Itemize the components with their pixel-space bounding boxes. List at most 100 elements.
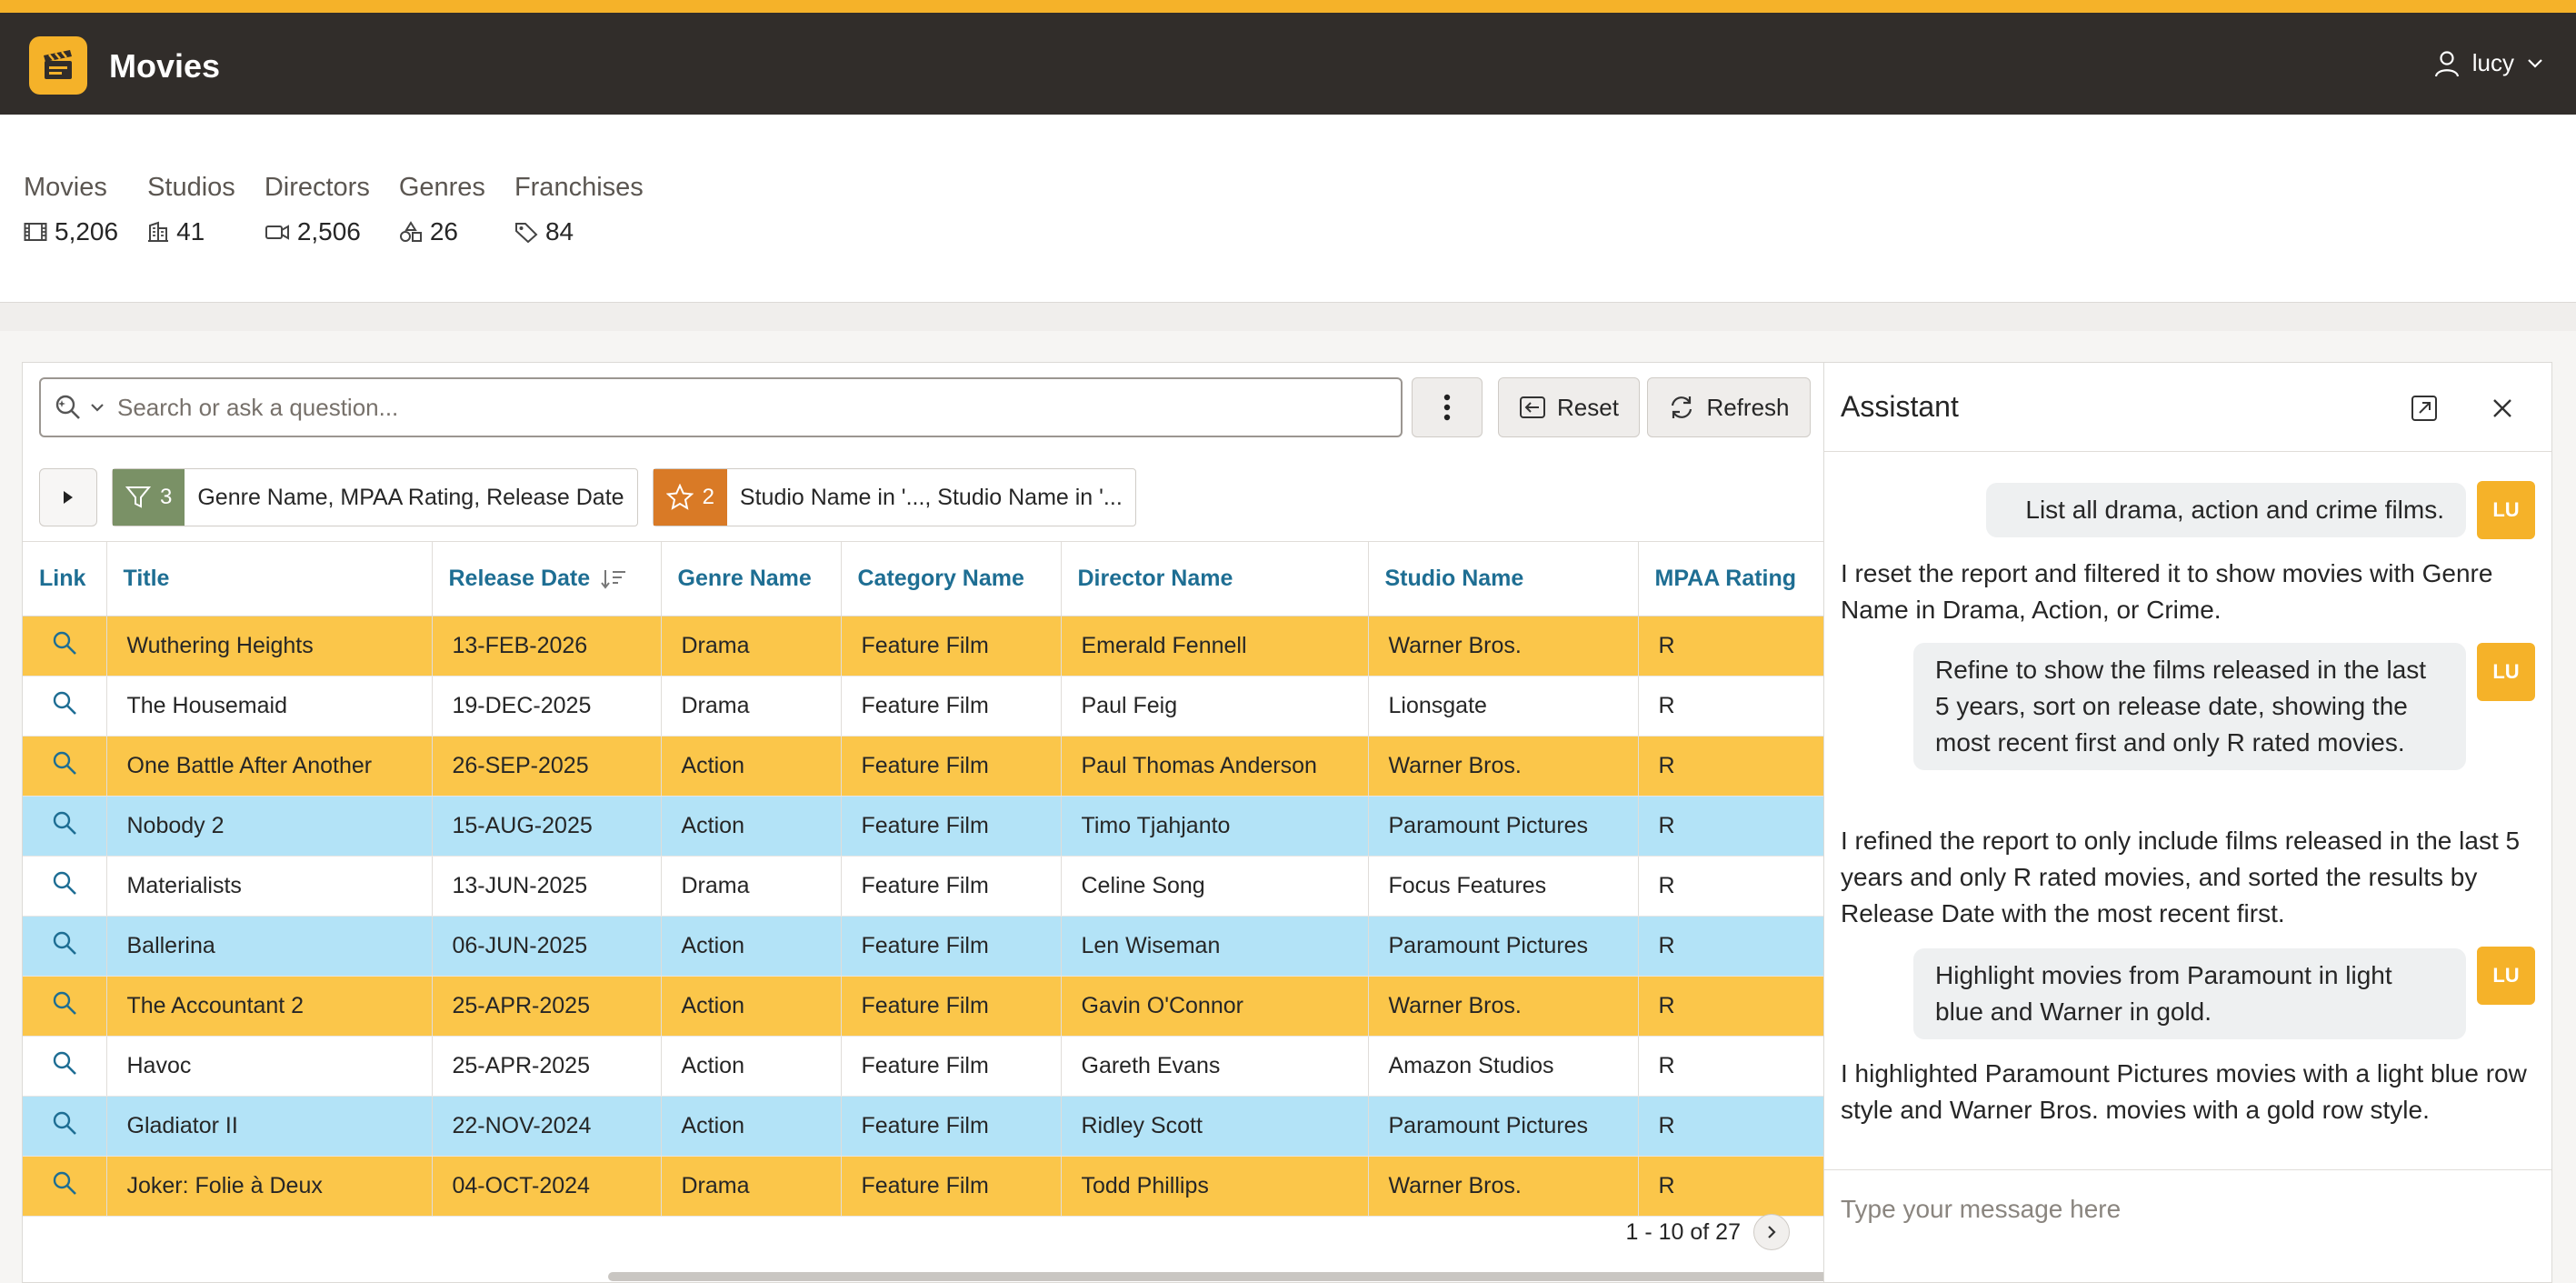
cell-director-name: Gavin O'Connor	[1061, 976, 1369, 1037]
table-row[interactable]: The Accountant 2 25-APR-2025 Action Feature…	[23, 976, 1824, 1037]
search-bar[interactable]	[39, 377, 1403, 437]
clapperboard-icon[interactable]	[29, 36, 87, 95]
horizontal-scrollbar[interactable]	[608, 1272, 1824, 1281]
table-header-row: Link Title Release Date Genre Name Categ…	[23, 541, 1824, 616]
row-link-cell[interactable]	[23, 676, 107, 737]
row-link-cell[interactable]	[23, 1096, 107, 1157]
search-input[interactable]	[117, 393, 1401, 422]
stat-franchises[interactable]: Franchises 84	[514, 173, 644, 246]
next-page-button[interactable]	[1753, 1214, 1790, 1250]
column-header-mpaa-rating[interactable]: MPAA Rating	[1638, 541, 1824, 616]
column-header-genre-name[interactable]: Genre Name	[661, 541, 842, 616]
column-header-title[interactable]: Title	[106, 541, 433, 616]
cell-mpaa-rating: R	[1638, 916, 1824, 977]
stat-movies[interactable]: Movies 5,206	[24, 173, 118, 246]
cell-release-date: 19-DEC-2025	[432, 676, 662, 737]
reset-button[interactable]: Reset	[1498, 377, 1640, 437]
refresh-button[interactable]: Refresh	[1647, 377, 1811, 437]
close-button[interactable]	[2484, 390, 2521, 426]
cell-release-date: 15-AUG-2025	[432, 796, 662, 857]
cell-release-date: 06-JUN-2025	[432, 916, 662, 977]
cell-mpaa-rating: R	[1638, 856, 1824, 917]
user-message: Highlight movies from Paramount in light…	[1913, 948, 2466, 1039]
magnifier-icon[interactable]	[51, 809, 78, 837]
stat-directors[interactable]: Directors 2,506	[265, 173, 370, 246]
row-link-cell[interactable]	[23, 1156, 107, 1217]
search-options-button[interactable]	[41, 393, 117, 422]
magnifier-icon[interactable]	[51, 629, 78, 657]
cell-director-name: Emerald Fennell	[1061, 616, 1369, 677]
cell-studio-name: Paramount Pictures	[1368, 1096, 1639, 1157]
search-ai-icon	[55, 395, 80, 419]
column-header-studio-name[interactable]: Studio Name	[1368, 541, 1639, 616]
cell-director-name: Timo Tjahjanto	[1061, 796, 1369, 857]
table-row[interactable]: Gladiator II 22-NOV-2024 Action Feature Fil…	[23, 1096, 1824, 1157]
stat-label: Directors	[264, 173, 370, 202]
magnifier-icon[interactable]	[51, 749, 78, 777]
cell-release-date: 04-OCT-2024	[432, 1156, 662, 1217]
user-avatar: LU	[2477, 481, 2535, 539]
column-header-category-name[interactable]: Category Name	[841, 541, 1062, 616]
stat-studios[interactable]: Studios 41	[147, 173, 235, 246]
table-row[interactable]: Ballerina 06-JUN-2025 Action Feature Film Le…	[23, 916, 1824, 977]
filter-chip[interactable]: 3 Genre Name, MPAA Rating, Release Date	[112, 468, 638, 526]
table-row[interactable]: Materialists 13-JUN-2025 Drama Feature Film…	[23, 856, 1824, 917]
cell-release-date: 13-JUN-2025	[432, 856, 662, 917]
pop-out-button[interactable]	[2406, 390, 2442, 426]
stat-genres[interactable]: Genres 26	[399, 173, 485, 246]
table-row[interactable]: Nobody 2 15-AUG-2025 Action Feature Film Tim…	[23, 796, 1824, 857]
message-input[interactable]	[1841, 1188, 2531, 1230]
filter-icon	[125, 486, 151, 508]
cell-genre-name: Action	[661, 736, 842, 797]
row-link-cell[interactable]	[23, 616, 107, 677]
more-vertical-icon	[1443, 394, 1451, 421]
magnifier-icon[interactable]	[51, 1169, 78, 1197]
table-row[interactable]: One Battle After Another 26-SEP-2025 Actio…	[23, 736, 1824, 797]
table-row[interactable]: Joker: Folie à Deux 04-OCT-2024 Drama Featu…	[23, 1156, 1824, 1217]
magnifier-icon[interactable]	[51, 869, 78, 897]
row-link-cell[interactable]	[23, 976, 107, 1037]
close-icon	[2493, 399, 2511, 417]
app-title[interactable]: Movies	[109, 47, 220, 85]
tag-icon	[514, 223, 538, 243]
table-row[interactable]: Havoc 25-APR-2025 Action Feature Film Gareth…	[23, 1036, 1824, 1097]
actions-menu-button[interactable]	[1412, 377, 1483, 437]
cell-mpaa-rating: R	[1638, 616, 1824, 677]
cell-studio-name: Paramount Pictures	[1368, 916, 1639, 977]
cell-genre-name: Action	[661, 916, 842, 977]
film-icon	[24, 223, 47, 241]
row-link-cell[interactable]	[23, 856, 107, 917]
column-header-director-name[interactable]: Director Name	[1061, 541, 1369, 616]
magnifier-icon[interactable]	[51, 989, 78, 1017]
magnifier-icon[interactable]	[51, 929, 78, 957]
cell-title: One Battle After Another	[106, 736, 433, 797]
magnifier-icon[interactable]	[51, 689, 78, 717]
play-icon	[64, 491, 73, 504]
user-menu[interactable]: lucy	[2434, 49, 2543, 77]
magnifier-icon[interactable]	[51, 1109, 78, 1137]
table-row[interactable]: Wuthering Heights 13-FEB-2026 Drama Feature…	[23, 616, 1824, 677]
row-link-cell[interactable]	[23, 916, 107, 977]
stat-value: 84	[544, 217, 574, 246]
column-header-release-date[interactable]: Release Date	[432, 541, 662, 616]
row-link-cell[interactable]	[23, 796, 107, 857]
column-header-link[interactable]: Link	[23, 541, 107, 616]
cell-studio-name: Amazon Studios	[1368, 1036, 1639, 1097]
cell-mpaa-rating: R	[1638, 736, 1824, 797]
filter-text: Genre Name, MPAA Rating, Release Date	[197, 484, 624, 510]
table-row[interactable]: The Housemaid 19-DEC-2025 Drama Feature Fil…	[23, 676, 1824, 737]
user-avatar: LU	[2477, 643, 2535, 701]
app-header: Movies lucy	[0, 0, 2576, 115]
row-link-cell[interactable]	[23, 736, 107, 797]
row-link-cell[interactable]	[23, 1036, 107, 1097]
stat-label: Movies	[24, 173, 107, 202]
assistant-panel: Assistant List all drama, action and cri…	[1823, 362, 2552, 1283]
magnifier-icon[interactable]	[51, 1049, 78, 1077]
cell-category-name: Feature Film	[841, 916, 1062, 977]
building-icon	[148, 221, 169, 242]
expand-filters-button[interactable]	[39, 468, 97, 526]
highlight-chip[interactable]: 2 Studio Name in '..., Studio Name in '.…	[652, 468, 1136, 526]
stat-label: Studios	[147, 173, 235, 202]
pagination-range: 1 - 10 of 27	[1625, 1218, 1741, 1245]
pagination: 1 - 10 of 27	[1626, 1214, 1790, 1250]
